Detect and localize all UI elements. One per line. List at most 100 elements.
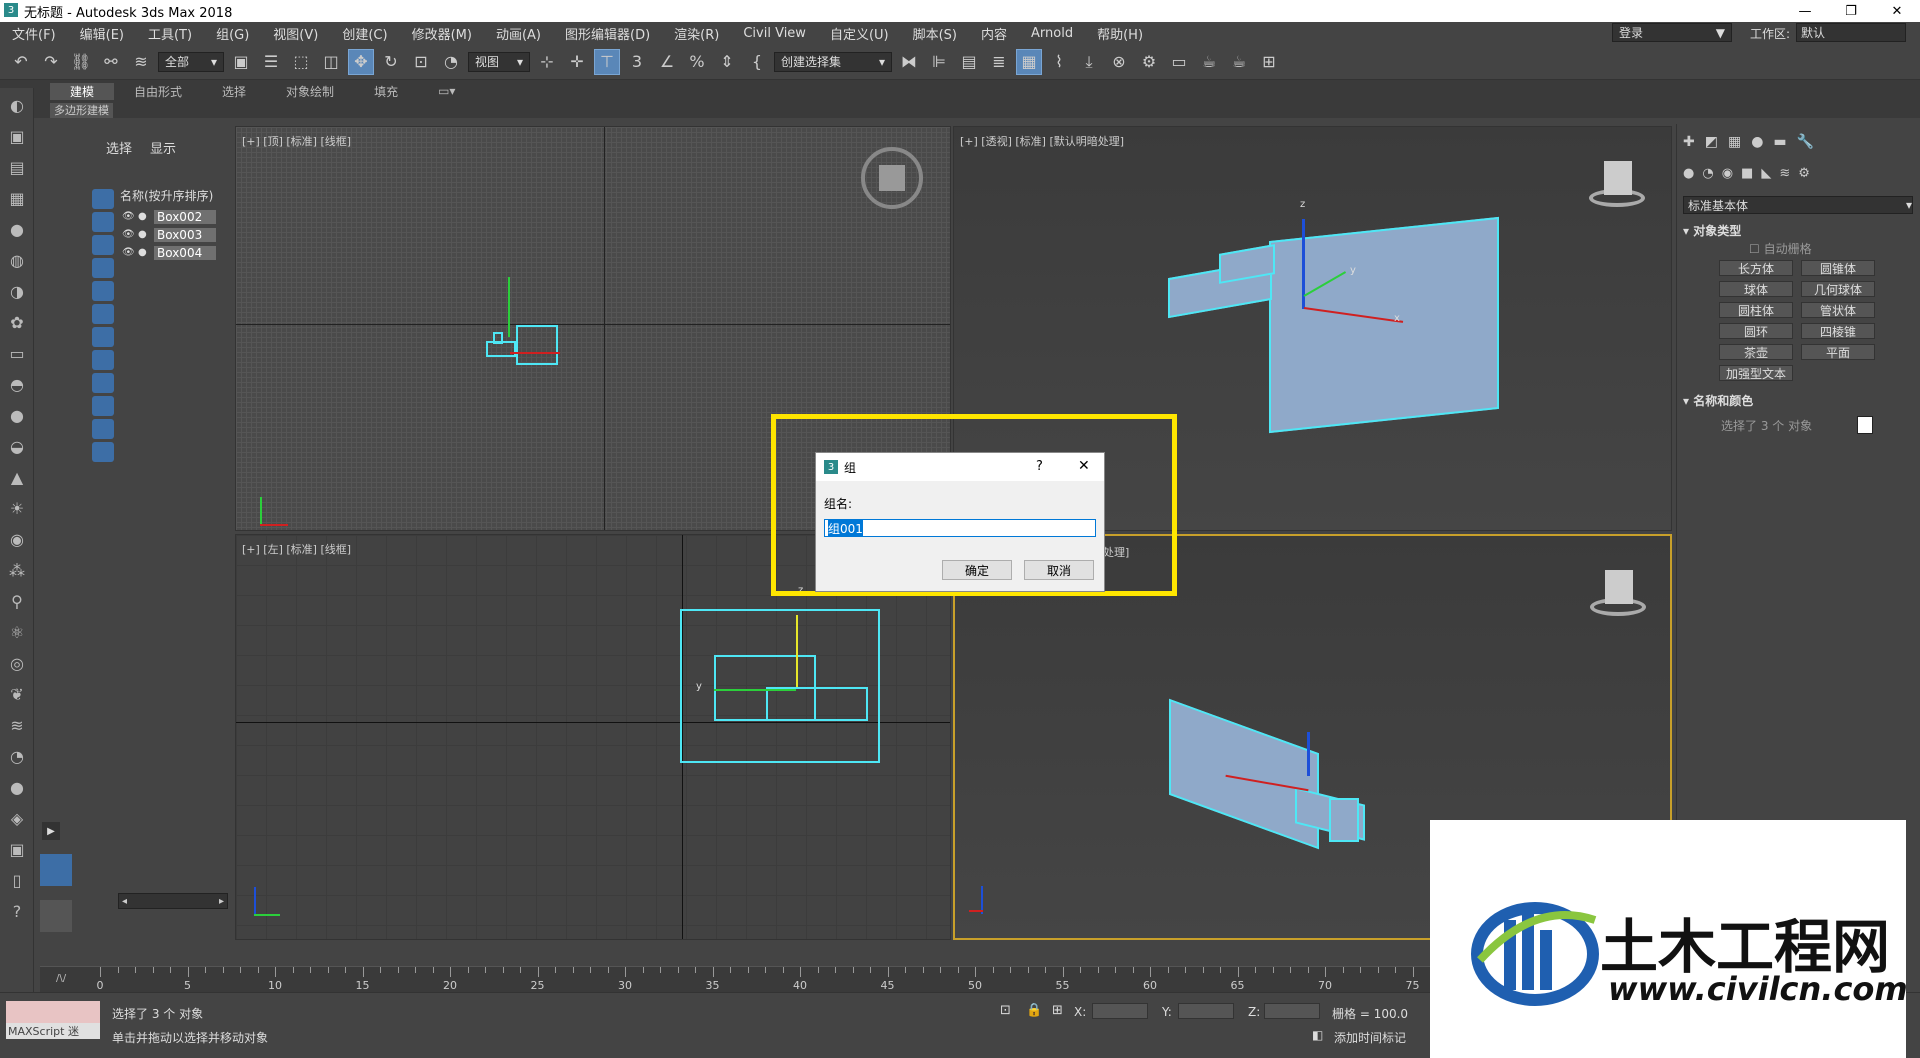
material-editor-icon[interactable]: ⊗ bbox=[1106, 49, 1132, 75]
shader-icon[interactable]: ◔ bbox=[3, 742, 31, 770]
undo-icon[interactable]: ↶ bbox=[8, 49, 34, 75]
bind-spacewarp-icon[interactable]: ≋ bbox=[128, 49, 154, 75]
viewcube-icon[interactable] bbox=[1585, 570, 1651, 622]
help-icon[interactable]: ? bbox=[3, 897, 31, 925]
scroll-right-icon[interactable]: ▸ bbox=[219, 896, 224, 907]
window-crossing-icon[interactable]: ◫ bbox=[318, 49, 344, 75]
list-item[interactable]: 👁 ● Box004 bbox=[122, 244, 222, 261]
menu-file[interactable]: 文件(F) bbox=[0, 24, 68, 43]
tag-icon[interactable]: ◧ bbox=[1312, 1028, 1323, 1042]
visibility-icon[interactable]: 👁 bbox=[122, 211, 138, 222]
world-icon[interactable]: ◎ bbox=[3, 649, 31, 677]
menu-rendering[interactable]: 渲染(R) bbox=[662, 24, 731, 43]
selected-object[interactable] bbox=[1169, 698, 1319, 850]
menu-content[interactable]: 内容 bbox=[969, 24, 1019, 43]
tab-selection[interactable]: 选择 bbox=[202, 83, 266, 100]
z-coord-input[interactable] bbox=[1264, 1003, 1320, 1019]
shapes-icon[interactable]: ◔ bbox=[1702, 166, 1713, 181]
spacewarps-icon[interactable]: ≋ bbox=[1779, 166, 1790, 181]
viewport-label[interactable]: [+] [透视] [标准] [默认明暗处理] bbox=[960, 133, 1124, 149]
modify-tab-icon[interactable]: ◩ bbox=[1705, 134, 1718, 150]
menu-scripting[interactable]: 脚本(S) bbox=[901, 24, 969, 43]
menu-modifiers[interactable]: 修改器(M) bbox=[400, 24, 484, 43]
filter-hidden-icon[interactable] bbox=[92, 442, 114, 462]
systems-icon[interactable]: ✿ bbox=[3, 308, 31, 336]
helpers-icon[interactable]: ◣ bbox=[1761, 166, 1771, 181]
absolute-mode-icon[interactable]: ⊞ bbox=[1052, 1003, 1063, 1018]
tab-populate[interactable]: 填充 bbox=[354, 83, 418, 100]
x-coord-input[interactable] bbox=[1092, 1003, 1148, 1019]
time-slider[interactable]: /\/ 0 5 10 15 20 25 30 35 40 45 50 55 60 65 70 75 bbox=[40, 966, 1430, 992]
cylinder-button[interactable]: 圆柱体 bbox=[1719, 302, 1793, 318]
snaps-toggle-icon[interactable]: 3 bbox=[624, 49, 650, 75]
geosphere-button[interactable]: 几何球体 bbox=[1801, 281, 1875, 297]
object-color-swatch[interactable] bbox=[1857, 416, 1873, 434]
viewcube-icon[interactable] bbox=[861, 147, 923, 209]
selected-object[interactable] bbox=[493, 332, 503, 344]
pin-icon[interactable]: ⚲ bbox=[3, 587, 31, 615]
gizmo-y-axis[interactable] bbox=[508, 277, 510, 337]
container-icon[interactable]: ▦ bbox=[3, 184, 31, 212]
filter-spacewarps-icon[interactable] bbox=[92, 304, 114, 324]
menu-create[interactable]: 创建(C) bbox=[330, 24, 399, 43]
gizmo-x-axis[interactable] bbox=[510, 352, 560, 354]
display-tab-icon[interactable]: ▬ bbox=[1773, 134, 1786, 150]
menu-edit[interactable]: 编辑(E) bbox=[68, 24, 136, 43]
ribbon-toggle-icon[interactable]: ▦ bbox=[1016, 48, 1042, 75]
restore-button[interactable]: ❐ bbox=[1828, 0, 1874, 22]
hemisphere-icon[interactable]: ◓ bbox=[3, 370, 31, 398]
ribbon-polygon-modeling[interactable]: 多边形建模 bbox=[50, 103, 113, 118]
schematic-view-icon[interactable]: ⤓ bbox=[1076, 49, 1102, 75]
geometry-icon[interactable]: ● bbox=[1683, 166, 1694, 181]
filter-xrefs-icon[interactable] bbox=[92, 350, 114, 370]
scene-icon[interactable]: ▣ bbox=[3, 122, 31, 150]
group-name-input[interactable]: 组001 bbox=[824, 519, 1096, 537]
tab-object-paint[interactable]: 对象绘制 bbox=[266, 83, 354, 100]
menu-animation[interactable]: 动画(A) bbox=[484, 24, 553, 43]
help-button[interactable]: ? bbox=[1036, 459, 1043, 474]
scene-column-header[interactable]: 名称(按升序排序) bbox=[120, 187, 213, 204]
sun-icon[interactable]: ☀ bbox=[3, 494, 31, 522]
selection-filter-dropdown[interactable]: 全部 ▾ bbox=[158, 51, 224, 72]
box-button[interactable]: 长方体 bbox=[1719, 260, 1793, 276]
select-move-icon[interactable]: ✥ bbox=[348, 48, 374, 75]
render-iterative-icon[interactable]: ☕ bbox=[1226, 49, 1252, 75]
hair-icon[interactable]: ❦ bbox=[3, 680, 31, 708]
scroll-left-icon[interactable]: ◂ bbox=[122, 896, 127, 907]
link-icon[interactable]: ⛓ bbox=[68, 49, 94, 75]
close-button[interactable]: ✕ bbox=[1874, 0, 1920, 22]
filter-frozen-icon[interactable] bbox=[92, 419, 114, 439]
light-bulb-icon[interactable]: ● bbox=[3, 215, 31, 243]
material-icon[interactable]: ◈ bbox=[3, 804, 31, 832]
filter-lights-icon[interactable] bbox=[92, 235, 114, 255]
render-setup-icon[interactable]: ⚙ bbox=[1136, 49, 1162, 75]
freeze-dot-icon[interactable]: ● bbox=[138, 247, 154, 258]
autogrid-checkbox[interactable]: ☐ 自动栅格 bbox=[1749, 240, 1812, 257]
filter-groups-icon[interactable] bbox=[92, 327, 114, 347]
name-color-rollout[interactable]: ▾ 名称和颜色 bbox=[1683, 392, 1753, 409]
viewport-label[interactable]: [+] [左] [标准] [线框] bbox=[242, 541, 351, 557]
list-item[interactable]: 👁 ● Box002 bbox=[122, 208, 222, 225]
hair-fur-icon[interactable]: ≋ bbox=[3, 711, 31, 739]
menu-customize[interactable]: 自定义(U) bbox=[818, 24, 901, 43]
percent-snap-icon[interactable]: % bbox=[684, 49, 710, 75]
cube-icon[interactable]: ▣ bbox=[3, 835, 31, 863]
place-icon[interactable]: ◔ bbox=[438, 49, 464, 75]
ok-button[interactable]: 确定 bbox=[942, 560, 1012, 580]
add-time-tag[interactable]: 添加时间标记 bbox=[1334, 1029, 1406, 1046]
viewport-layout-icon[interactable] bbox=[40, 854, 72, 886]
dialog-close-button[interactable]: ✕ bbox=[1078, 458, 1090, 474]
create-shape-icon[interactable]: ◐ bbox=[3, 91, 31, 119]
systems-icon[interactable]: ⚙ bbox=[1798, 166, 1810, 181]
redo-icon[interactable]: ↷ bbox=[38, 49, 64, 75]
dynamics-icon[interactable]: ⚛ bbox=[3, 618, 31, 646]
plane-button[interactable]: 平面 bbox=[1801, 344, 1875, 360]
scene-tab-select[interactable]: 选择 bbox=[106, 138, 132, 157]
visibility-icon[interactable]: 👁 bbox=[122, 247, 138, 258]
menu-views[interactable]: 视图(V) bbox=[261, 24, 330, 43]
mirror-icon[interactable]: ⧓ bbox=[896, 49, 922, 75]
filter-geometry-icon[interactable] bbox=[92, 189, 114, 209]
expand-icon[interactable]: ▶ bbox=[42, 822, 60, 840]
rendered-frame-icon[interactable]: ▭ bbox=[1166, 49, 1192, 75]
keyboard-shortcut-icon[interactable]: ⊤ bbox=[594, 48, 620, 75]
